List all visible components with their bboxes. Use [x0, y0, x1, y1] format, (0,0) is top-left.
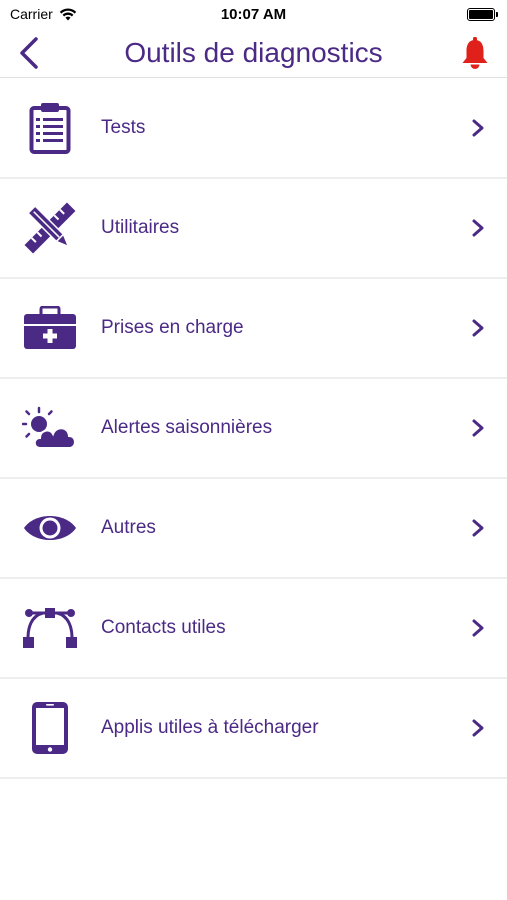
- status-bar: Carrier 10:07 AM: [0, 0, 507, 28]
- chevron-right-icon: [472, 119, 484, 137]
- menu-icon-wrap: [20, 198, 80, 258]
- eye-icon: [24, 516, 76, 540]
- page-title: Outils de diagnostics: [124, 36, 383, 68]
- battery-level: [469, 9, 493, 19]
- menu-item-utilitaires[interactable]: Utilitaires: [0, 179, 507, 279]
- menu-list: Tests Utilitaires Prises en charge Alert…: [0, 79, 507, 779]
- menu-icon-wrap: [20, 598, 80, 658]
- menu-item-applis-utiles[interactable]: Applis utiles à télécharger: [0, 679, 507, 779]
- menu-item-label: Contacts utiles: [101, 617, 226, 638]
- menu-item-label: Autres: [101, 517, 156, 538]
- menu-icon-wrap: [20, 98, 80, 158]
- chevron-right-icon: [472, 519, 484, 537]
- battery-icon: [467, 7, 498, 21]
- chevron-right-icon: [472, 719, 484, 737]
- medical-kit-icon: [24, 306, 76, 349]
- menu-item-contacts-utiles[interactable]: Contacts utiles: [0, 579, 507, 679]
- menu-item-prises-en-charge[interactable]: Prises en charge: [0, 279, 507, 379]
- menu-item-autres[interactable]: Autres: [0, 479, 507, 579]
- bell-icon[interactable]: [459, 36, 491, 70]
- menu-item-label: Alertes saisonnières: [101, 417, 273, 438]
- chevron-right-icon: [472, 219, 484, 237]
- status-time: 10:07 AM: [220, 5, 287, 23]
- menu-item-label: Tests: [101, 117, 146, 138]
- smartphone-icon: [32, 702, 68, 754]
- menu-icon-wrap: [20, 698, 80, 758]
- network-icon: [23, 608, 77, 648]
- menu-item-tests[interactable]: Tests: [0, 79, 507, 179]
- menu-icon-wrap: [20, 298, 80, 358]
- chevron-right-icon: [472, 319, 484, 337]
- sun-cloud-icon: [22, 406, 76, 449]
- menu-item-alertes-saisonnieres[interactable]: Alertes saisonnières: [0, 379, 507, 479]
- clipboard-icon: [29, 103, 71, 154]
- menu-icon-wrap: [20, 398, 80, 458]
- nav-bar: Outils de diagnostics: [0, 28, 507, 78]
- menu-icon-wrap: [20, 498, 80, 558]
- menu-item-label: Utilitaires: [101, 217, 180, 238]
- chevron-right-icon: [472, 419, 484, 437]
- menu-item-label: Prises en charge: [101, 317, 244, 338]
- menu-item-label: Applis utiles à télécharger: [101, 717, 319, 738]
- pencil-ruler-icon: [24, 202, 76, 254]
- chevron-right-icon: [472, 619, 484, 637]
- back-chevron-icon[interactable]: [14, 36, 44, 70]
